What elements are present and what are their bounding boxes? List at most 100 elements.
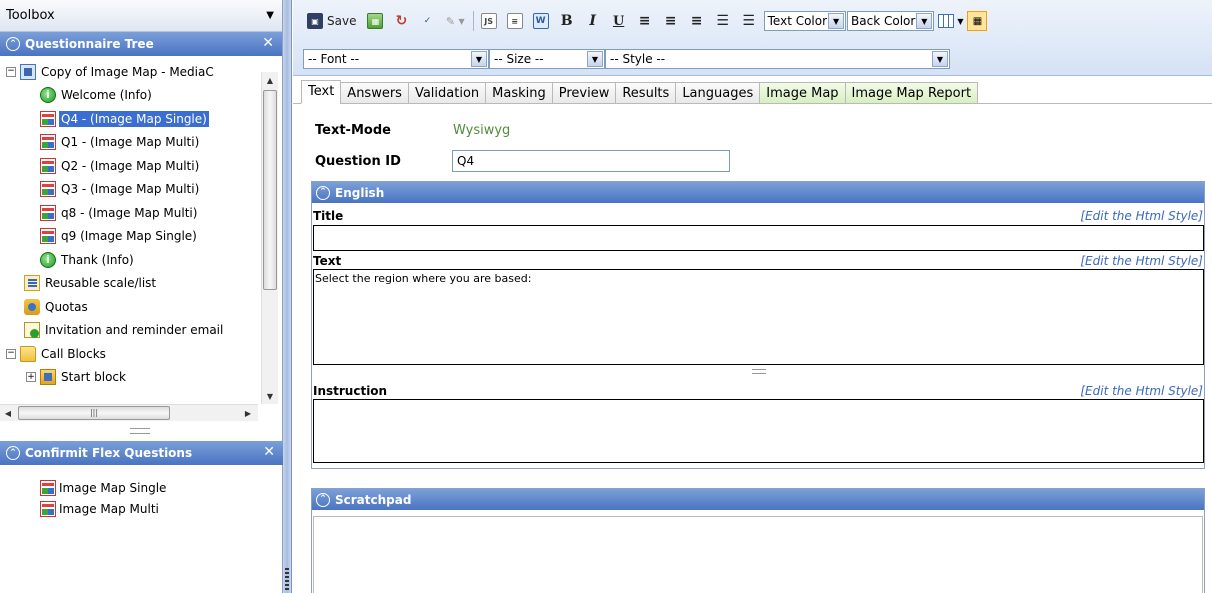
panel-resize-grip[interactable] (130, 428, 150, 434)
flex-item-image-map-multi[interactable]: Image Map Multi (0, 498, 283, 519)
scroll-up-icon[interactable]: ▲ (262, 72, 278, 88)
table-icon[interactable] (938, 14, 955, 28)
tree-item-q2[interactable]: Q2 - (Image Map Multi) (0, 154, 258, 178)
tab-validation[interactable]: Validation (407, 82, 487, 104)
tree-item-q1[interactable]: Q1 - (Image Map Multi) (0, 131, 258, 155)
tree-vertical-scrollbar[interactable]: ▲ ▼ (261, 72, 278, 404)
collapse-icon[interactable]: ⌃ (6, 446, 20, 460)
resize-grip-icon[interactable] (752, 369, 766, 374)
tree-item-q9[interactable]: q9 (Image Map Single) (0, 225, 258, 249)
align-center-button[interactable]: ≡ (660, 10, 682, 32)
tab-masking[interactable]: Masking (485, 82, 553, 104)
flex-questions-header: ⌃ Confirmit Flex Questions ✕ (0, 441, 283, 465)
back-color-select[interactable]: Back Color ▼ (847, 11, 935, 31)
flex-item-image-map-single[interactable]: Image Map Single (0, 477, 283, 498)
collapse-icon[interactable]: ⌃ (316, 185, 330, 200)
chevron-down-icon[interactable]: ▼ (957, 17, 963, 26)
text-color-select[interactable]: Text Color ▼ (763, 11, 847, 31)
question-id-input[interactable] (452, 150, 730, 172)
questionnaire-tree: − Copy of Image Map - MediaC Welcome (In… (0, 56, 282, 396)
tree-item-label: Thank (Info) (61, 252, 134, 267)
chevron-down-icon[interactable]: ▼ (932, 51, 948, 67)
scroll-right-icon[interactable]: ▶ (240, 405, 256, 421)
tab-label: Results (622, 85, 670, 101)
collapse-node-icon[interactable]: − (6, 66, 16, 77)
text-field[interactable]: Select the region where you are based: (313, 269, 1204, 365)
properties-button[interactable]: ▦ (364, 10, 386, 32)
close-icon[interactable]: ✕ (262, 35, 274, 51)
toggle-view-button[interactable]: ▦ (967, 11, 988, 31)
size-select[interactable]: -- Size -- ▼ (489, 49, 605, 69)
instruction-field-label: Instruction (313, 384, 388, 398)
tree-item-quotas[interactable]: Quotas (0, 295, 258, 319)
tab-label: Image Map (766, 85, 839, 101)
edit-html-style-link[interactable]: [Edit the Html Style] (1080, 209, 1203, 223)
numbered-list-button[interactable]: ☰ (712, 10, 734, 32)
image-map-icon (40, 181, 56, 198)
insert-script-button[interactable]: JS (478, 10, 500, 32)
image-map-icon (40, 479, 56, 496)
collapse-node-icon[interactable]: − (6, 348, 16, 359)
tree-item-invitation-email[interactable]: Invitation and reminder email (0, 319, 258, 343)
tree-item-thank[interactable]: Thank (Info) (0, 248, 258, 272)
tree-item-q4[interactable]: Q4 - (Image Map Single) (0, 107, 258, 131)
tab-image-map[interactable]: Image Map (759, 82, 846, 104)
tree-item-start-block[interactable]: + Start block (0, 366, 258, 390)
chevron-down-icon[interactable]: ▼ (471, 51, 487, 67)
tab-image-map-report[interactable]: Image Map Report (844, 82, 979, 104)
scrollbar-thumb[interactable] (263, 90, 277, 290)
title-field[interactable] (313, 225, 1204, 251)
tab-text[interactable]: Text (301, 80, 342, 104)
tab-results[interactable]: Results (615, 82, 677, 104)
tree-item-q3[interactable]: Q3 - (Image Map Multi) (0, 178, 258, 202)
style-select[interactable]: -- Style -- ▼ (605, 49, 950, 69)
tree-item-welcome[interactable]: Welcome (Info) (0, 84, 258, 108)
underline-button[interactable]: U (608, 10, 630, 32)
align-left-button[interactable]: ≡ (634, 10, 656, 32)
insert-document-button[interactable]: ≡ (504, 10, 526, 32)
spellcheck-button[interactable]: ✓ (416, 10, 438, 32)
italic-button[interactable]: I (582, 10, 604, 32)
chevron-down-icon[interactable]: ▼ (587, 51, 603, 67)
align-right-button[interactable]: ≡ (686, 10, 708, 32)
tree-item-q8[interactable]: q8 - (Image Map Multi) (0, 201, 258, 225)
expand-node-icon[interactable]: + (26, 372, 36, 383)
scroll-left-icon[interactable]: ◀ (0, 405, 16, 421)
tree-item-label: Quotas (45, 299, 88, 314)
toolbox-header[interactable]: Toolbox ▼ (0, 0, 282, 32)
save-button[interactable]: ▣ Save (303, 10, 360, 32)
tree-horizontal-scrollbar[interactable]: ◀ ||| ▶ (0, 404, 258, 421)
chevron-down-icon[interactable]: ▼ (916, 13, 933, 29)
tab-languages[interactable]: Languages (675, 82, 761, 104)
chevron-down-icon[interactable]: ▼ (828, 13, 845, 29)
question-id-label: Question ID (315, 154, 401, 169)
collapse-icon[interactable]: ⌃ (316, 492, 330, 507)
scrollbar-thumb[interactable]: ||| (18, 406, 170, 420)
tree-root[interactable]: − Copy of Image Map - MediaC (0, 60, 258, 84)
scroll-down-icon[interactable]: ▼ (262, 388, 278, 404)
tab-preview[interactable]: Preview (551, 82, 617, 104)
collapse-icon[interactable]: ⌃ (6, 37, 20, 51)
close-icon[interactable]: ✕ (263, 444, 275, 460)
bullet-list-button[interactable]: ☰ (738, 10, 760, 32)
editor-tabs: Text Answers Validation Masking Preview … (301, 80, 979, 104)
toolbox-dropdown-icon[interactable]: ▼ (266, 10, 274, 21)
scratchpad-field[interactable] (313, 516, 1203, 593)
toolbox-title: Toolbox (6, 8, 55, 23)
disabled-edit-button[interactable]: ✎ ▼ (442, 10, 465, 32)
paste-from-word-button[interactable]: W (530, 10, 552, 32)
info-icon (40, 87, 56, 104)
edit-html-style-link[interactable]: [Edit the Html Style] (1080, 384, 1203, 398)
tree-item-label: Call Blocks (41, 346, 106, 361)
font-select[interactable]: -- Font -- ▼ (303, 49, 489, 69)
refresh-button[interactable]: ↻ (390, 10, 412, 32)
edit-html-style-link[interactable]: [Edit the Html Style] (1080, 254, 1203, 268)
tree-item-reusable-scale[interactable]: Reusable scale/list (0, 272, 258, 296)
tab-answers[interactable]: Answers (340, 82, 409, 104)
instruction-field[interactable] (313, 399, 1204, 463)
tab-label: Text (308, 83, 335, 99)
tree-item-call-blocks[interactable]: − Call Blocks (0, 342, 258, 366)
vertical-splitter[interactable] (283, 0, 292, 593)
bold-button[interactable]: B (556, 10, 578, 32)
image-map-icon (40, 157, 56, 174)
